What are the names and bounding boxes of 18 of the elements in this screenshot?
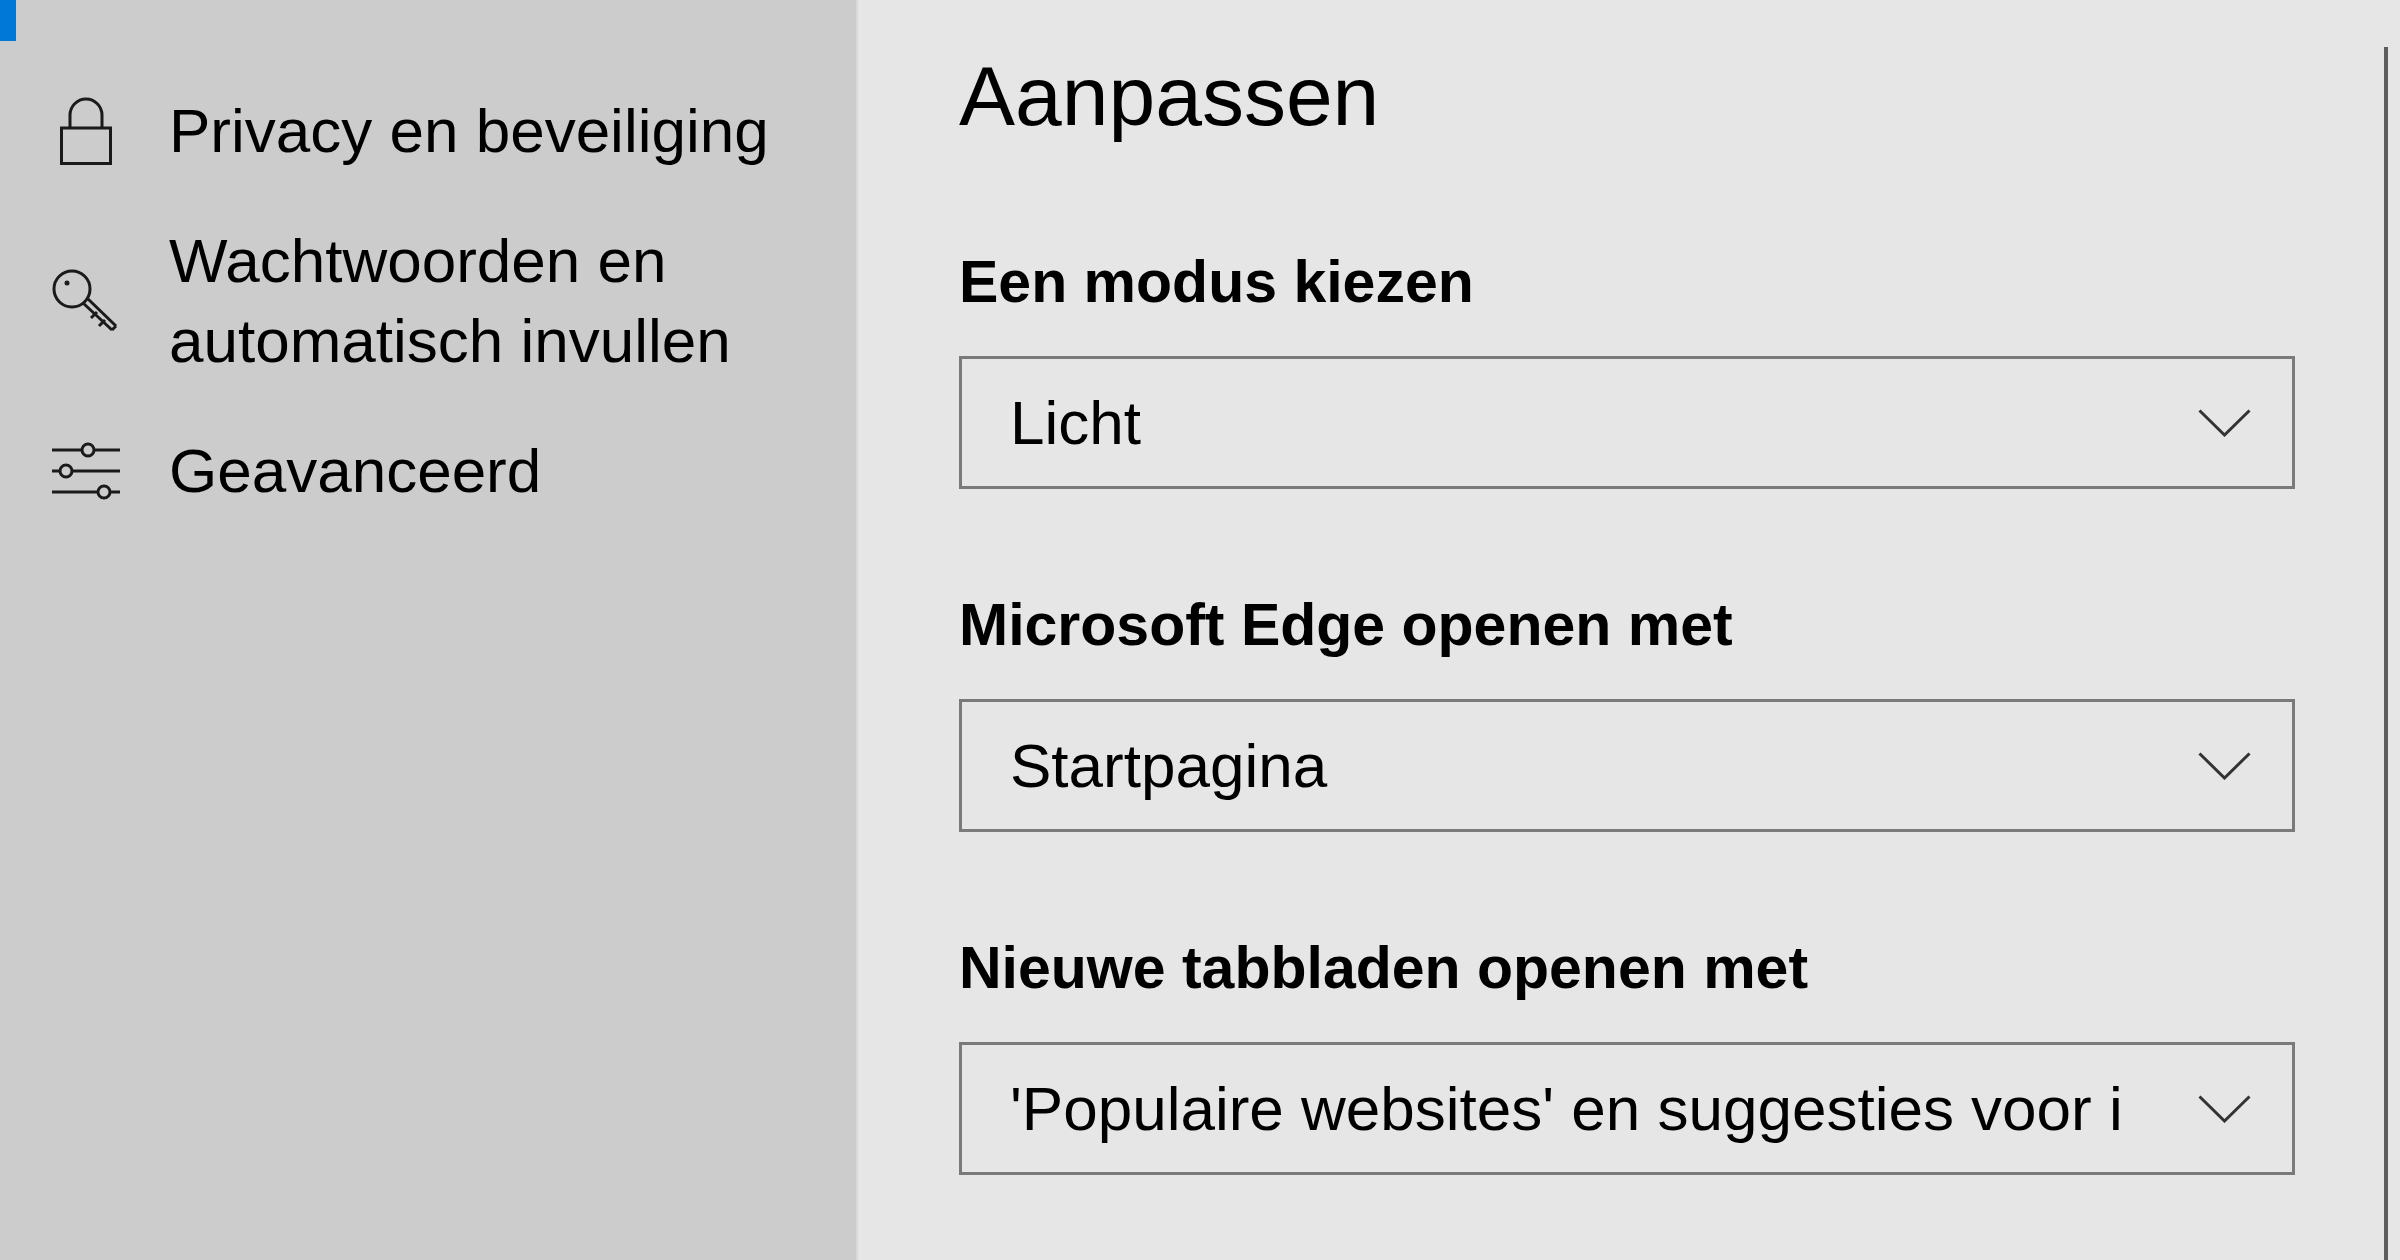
sidebar-item[interactable]: Geavanceerd	[0, 406, 856, 536]
chevron-down-icon	[2198, 1094, 2251, 1123]
scroll-bar[interactable]	[2384, 47, 2388, 1260]
selection-indicator	[0, 0, 16, 41]
setting-label: Een modus kiezen	[959, 248, 1475, 317]
sidebar-item[interactable]: Wachtwoorden en automatisch invullen	[0, 196, 856, 406]
dropdown[interactable]: Licht	[959, 356, 2295, 489]
key-icon	[52, 268, 120, 334]
setting-label: Microsoft Edge openen met	[959, 591, 1734, 660]
chevron-down-icon	[2198, 408, 2251, 437]
sliders-icon	[52, 440, 120, 502]
sidebar-item[interactable]: Privacy en beveiliging	[0, 66, 856, 196]
chevron-down-icon	[2198, 751, 2251, 780]
lock-icon	[60, 97, 112, 165]
setting-label: Nieuwe tabbladen openen met	[959, 934, 1810, 1003]
dropdown[interactable]: Startpagina	[959, 699, 2295, 832]
page-title: Aanpassen	[959, 48, 1381, 145]
dropdown[interactable]: 'Populaire websites' en suggesties voor i	[959, 1042, 2295, 1175]
